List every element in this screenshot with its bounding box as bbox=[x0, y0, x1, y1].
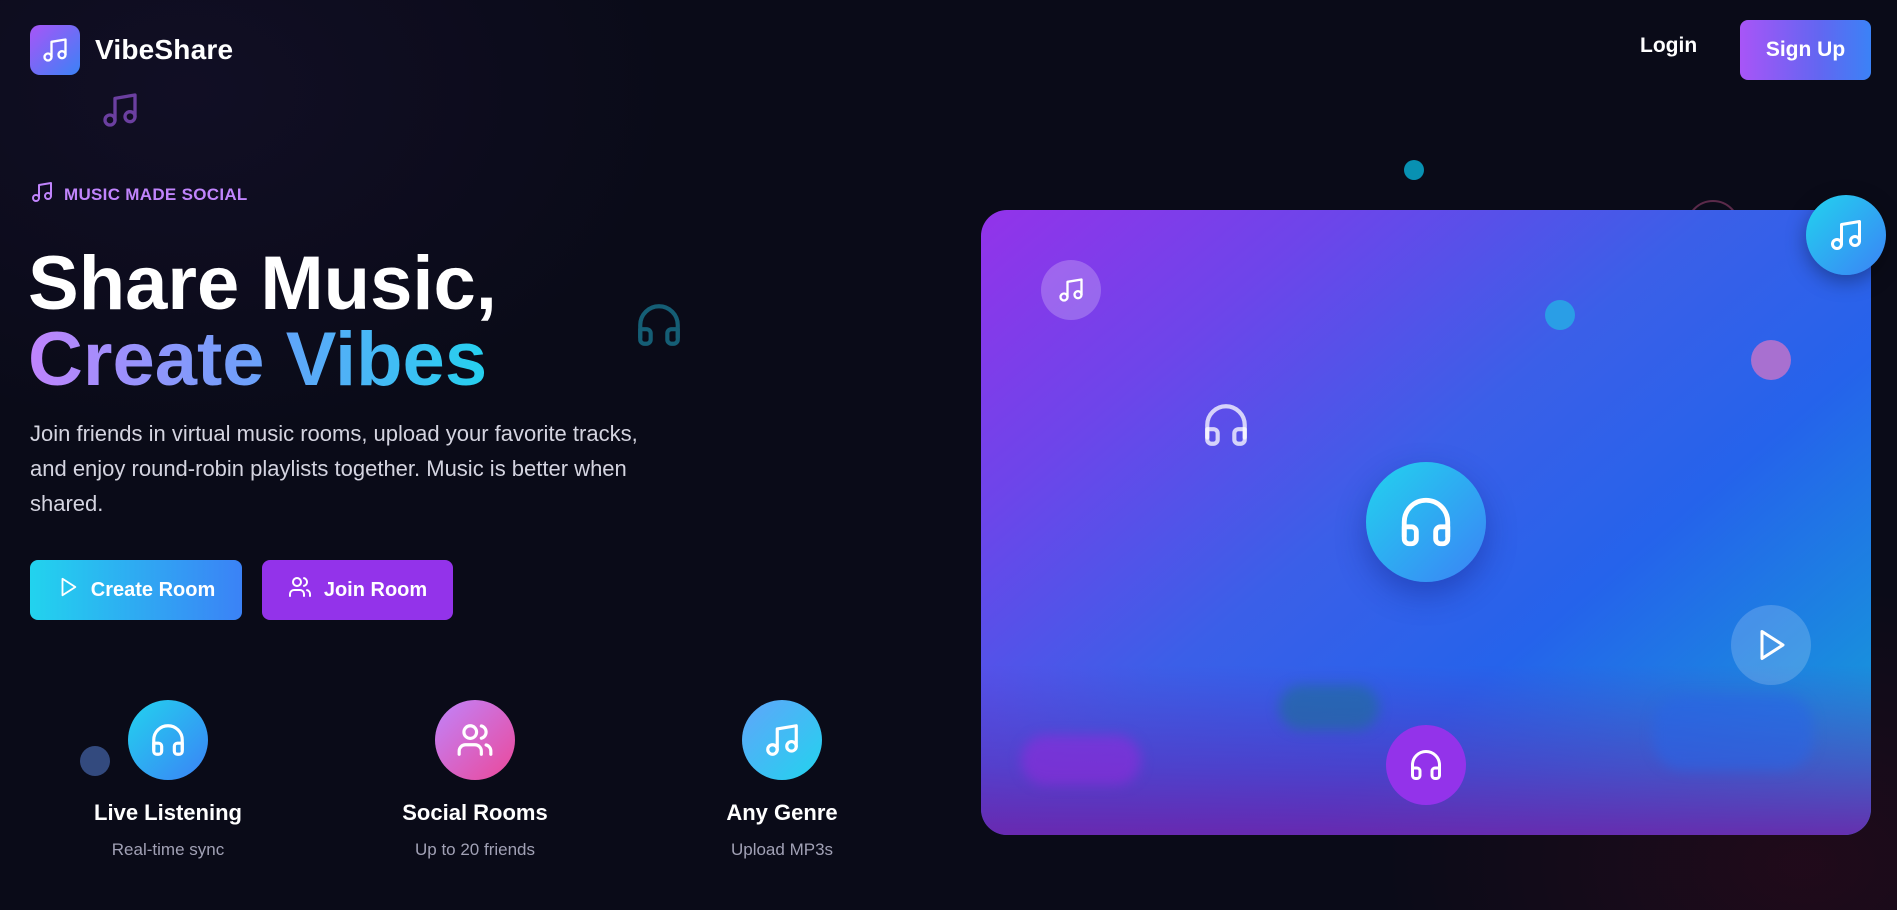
logo-music-icon bbox=[30, 25, 80, 75]
users-icon bbox=[435, 700, 515, 780]
join-room-label: Join Room bbox=[323, 578, 428, 601]
feature-title: Social Rooms bbox=[402, 800, 548, 825]
users-icon bbox=[288, 575, 312, 605]
feature-subtitle: Up to 20 friends bbox=[414, 840, 535, 859]
tagline-music-icon bbox=[30, 180, 54, 209]
hero-description: Join friends in virtual music rooms, upl… bbox=[30, 421, 638, 516]
headphones-icon bbox=[1201, 400, 1251, 455]
tagline: MUSIC MADE SOCIAL bbox=[30, 180, 248, 209]
login-link[interactable]: Login bbox=[1640, 34, 1697, 58]
center-headphones-icon[interactable] bbox=[1366, 462, 1486, 582]
decor-blob bbox=[1653, 695, 1813, 770]
floating-music-note-icon bbox=[100, 90, 140, 135]
music-note-icon bbox=[742, 700, 822, 780]
landing-page: VibeShare Login Sign Up MUSIC MADE SOCIA… bbox=[0, 0, 1897, 910]
decor-blob bbox=[1021, 735, 1141, 785]
play-icon[interactable] bbox=[1731, 605, 1811, 685]
decor-blob bbox=[1279, 685, 1379, 730]
floating-headphones-icon bbox=[634, 300, 684, 355]
play-icon bbox=[57, 576, 79, 604]
decor-dot bbox=[1545, 300, 1575, 330]
create-room-label: Create Room bbox=[90, 578, 216, 601]
music-note-icon bbox=[1041, 260, 1101, 320]
brand-name: VibeShare bbox=[95, 34, 234, 65]
decor-dot bbox=[1404, 160, 1424, 180]
feature-social-rooms: Social Rooms Up to 20 friends bbox=[360, 700, 590, 860]
decor-dot bbox=[1751, 340, 1791, 380]
feature-title: Any Genre bbox=[726, 800, 838, 825]
signup-button[interactable]: Sign Up bbox=[1740, 20, 1871, 80]
headline-line-2: Create Vibes bbox=[28, 322, 497, 398]
feature-subtitle: Real-time sync bbox=[111, 840, 225, 859]
feature-any-genre: Any Genre Upload MP3s bbox=[667, 700, 897, 860]
hero-visual-card bbox=[981, 210, 1871, 835]
join-room-button[interactable]: Join Room bbox=[262, 560, 453, 620]
feature-subtitle: Upload MP3s bbox=[730, 840, 834, 859]
bottom-headphones-icon bbox=[1386, 725, 1466, 805]
headline-line-1: Share Music, bbox=[28, 241, 497, 326]
feature-live-listening: Live Listening Real-time sync bbox=[53, 700, 283, 860]
feature-title: Live Listening bbox=[94, 800, 242, 825]
brand-logo[interactable]: VibeShare bbox=[30, 25, 233, 75]
headphones-icon bbox=[128, 700, 208, 780]
create-room-button[interactable]: Create Room bbox=[30, 560, 242, 620]
tagline-text: MUSIC MADE SOCIAL bbox=[64, 184, 248, 204]
floating-music-note-icon bbox=[1806, 195, 1886, 275]
hero-headline: Share Music, Create Vibes bbox=[28, 246, 497, 398]
